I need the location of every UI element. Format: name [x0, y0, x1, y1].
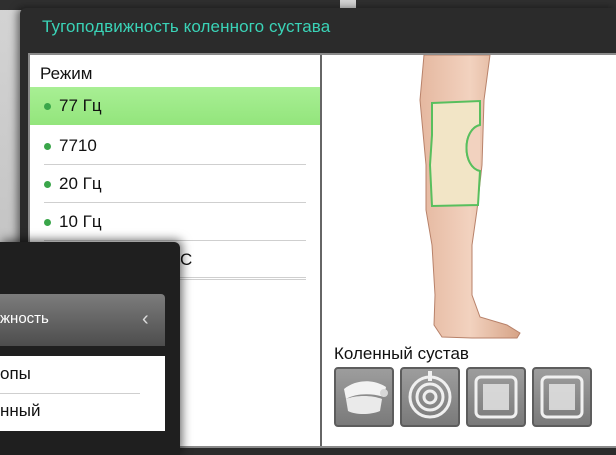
- side-menu-list: опы нный: [0, 356, 165, 431]
- status-dot-icon: [44, 219, 51, 226]
- body-zone-label: Коленный сустав: [334, 344, 469, 363]
- pad-electrode-button-2[interactable]: [532, 367, 592, 427]
- knee-leg-illustration: [419, 54, 521, 339]
- side-menu-header[interactable]: жность ‹: [0, 294, 165, 346]
- dialog-title: Тугоподвижность коленного сустава: [42, 17, 331, 36]
- mode-item-77hz[interactable]: 77 Гц: [30, 87, 320, 125]
- status-dot-icon: [44, 143, 51, 150]
- side-menu-header-label: жность: [0, 310, 49, 327]
- mode-item-label: С: [180, 250, 193, 269]
- roller-electrode-icon: [344, 381, 388, 414]
- side-menu-item[interactable]: нный: [0, 401, 41, 421]
- status-dot-icon: [44, 181, 51, 188]
- roller-electrode-button[interactable]: [334, 367, 394, 427]
- mode-item-7710[interactable]: 7710: [30, 127, 320, 165]
- mode-item-label: 10 Гц: [59, 212, 102, 231]
- chevron-left-icon[interactable]: ‹: [142, 308, 149, 331]
- side-menu: жность ‹ опы нный: [0, 242, 180, 455]
- body-zone-view: Коленный сустав: [322, 54, 616, 446]
- spiral-electrode-icon: [408, 371, 452, 419]
- side-menu-item[interactable]: опы: [0, 364, 31, 384]
- status-dot-icon: [44, 103, 51, 110]
- mode-item-20hz[interactable]: 20 Гц: [30, 165, 320, 203]
- mode-item-label: 77 Гц: [59, 96, 102, 115]
- spiral-electrode-button[interactable]: [400, 367, 460, 427]
- pad-electrode-button[interactable]: [466, 367, 526, 427]
- mode-item-10hz[interactable]: 10 Гц: [30, 203, 320, 241]
- mode-item-label: 20 Гц: [59, 174, 102, 193]
- pad-electrode-icon: [540, 375, 584, 419]
- pad-electrode-icon: [474, 375, 518, 419]
- mode-list-header: Режим: [40, 64, 93, 83]
- side-menu-divider: [0, 393, 140, 394]
- mode-item-label: 7710: [59, 136, 97, 155]
